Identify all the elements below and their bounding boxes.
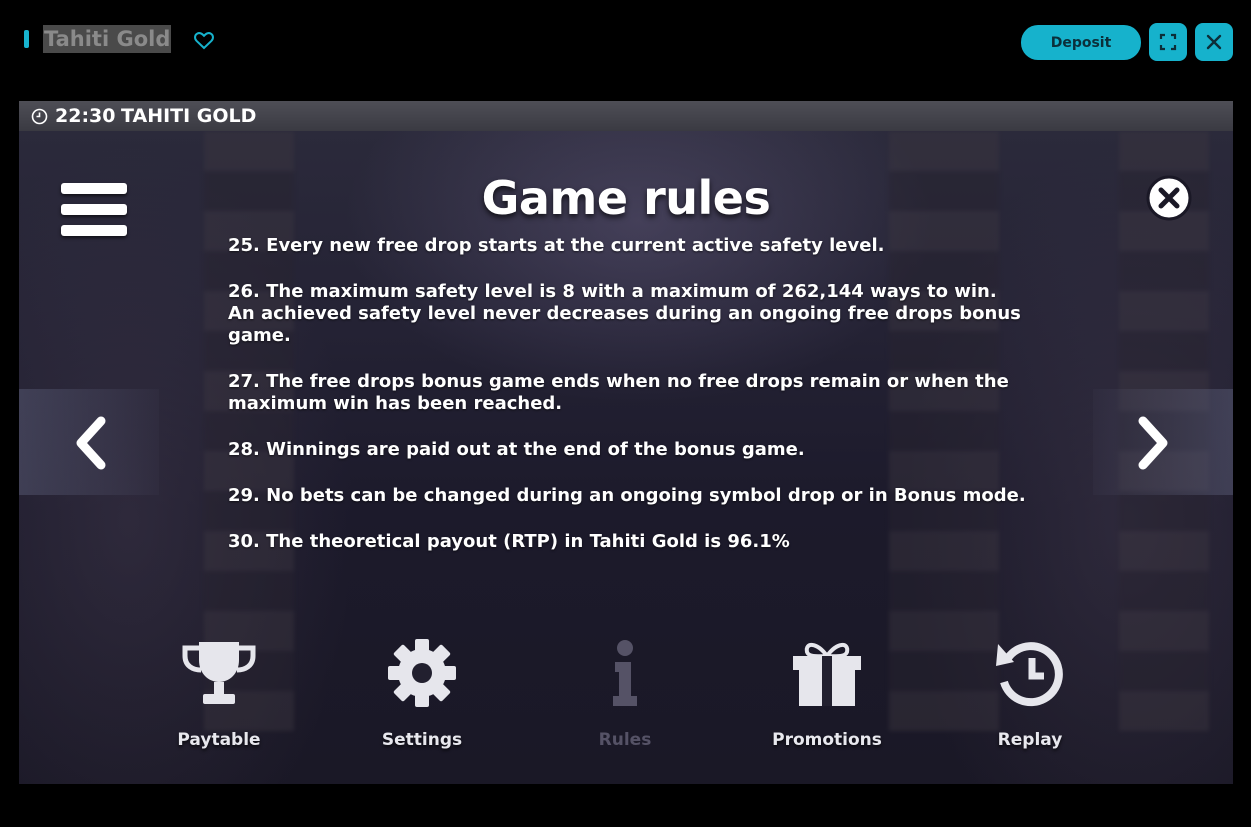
rule-item: 27. The free drops bonus game ends when …: [228, 371, 1009, 414]
game-info-bar: 22:30 TAHITI GOLD: [19, 101, 1233, 131]
rule-item: 30. The theoretical payout (RTP) in Tahi…: [228, 531, 790, 552]
game-title: Tahiti Gold: [43, 25, 172, 53]
deposit-button[interactable]: Deposit: [1021, 25, 1141, 60]
nav-replay[interactable]: Replay: [960, 638, 1100, 750]
nav-label: Paytable: [177, 730, 261, 750]
rule-item: 28. Winnings are paid out at the end of …: [228, 439, 805, 460]
trophy-icon: [182, 642, 256, 704]
chevron-right-icon: [1138, 416, 1168, 470]
clock-time: 22:30: [55, 105, 116, 127]
heart-icon[interactable]: [192, 28, 216, 52]
page-title: Game rules: [481, 171, 771, 225]
game-name: TAHITI GOLD: [121, 105, 257, 127]
gift-icon: [793, 643, 861, 706]
clock-icon: [31, 108, 48, 125]
accent-bar: [24, 30, 29, 48]
nav-settings[interactable]: Settings: [352, 638, 492, 750]
game-frame: 22:30 TAHITI GOLD Game rules 25. Every n…: [19, 101, 1233, 784]
close-rules-icon[interactable]: [1144, 173, 1194, 223]
rule-item: 26. The maximum safety level is 8 with a…: [228, 281, 1021, 346]
nav-label: Replay: [997, 730, 1063, 750]
next-page-arrow[interactable]: [1133, 413, 1173, 473]
previous-page-arrow[interactable]: [71, 413, 111, 473]
replay-icon: [996, 642, 1063, 707]
top-bar: Tahiti Gold Deposit: [0, 0, 1251, 84]
gear-icon: [388, 639, 456, 707]
rule-item: 25. Every new free drop starts at the cu…: [228, 235, 885, 256]
nav-label: Rules: [598, 730, 652, 750]
nav-rules[interactable]: Rules: [555, 638, 695, 750]
nav-label: Settings: [381, 730, 463, 750]
chevron-left-icon: [76, 416, 106, 470]
close-button[interactable]: [1195, 23, 1233, 61]
nav-label: Promotions: [772, 730, 882, 750]
nav-paytable[interactable]: Paytable: [149, 638, 289, 750]
nav-promotions[interactable]: Promotions: [757, 638, 897, 750]
rules-text: 25. Every new free drop starts at the cu…: [228, 235, 1028, 577]
close-icon: [1206, 34, 1222, 50]
rule-item: 29. No bets can be changed during an ong…: [228, 485, 1026, 506]
info-icon: [613, 640, 637, 706]
fullscreen-button[interactable]: [1149, 23, 1187, 61]
fullscreen-icon: [1159, 33, 1177, 51]
